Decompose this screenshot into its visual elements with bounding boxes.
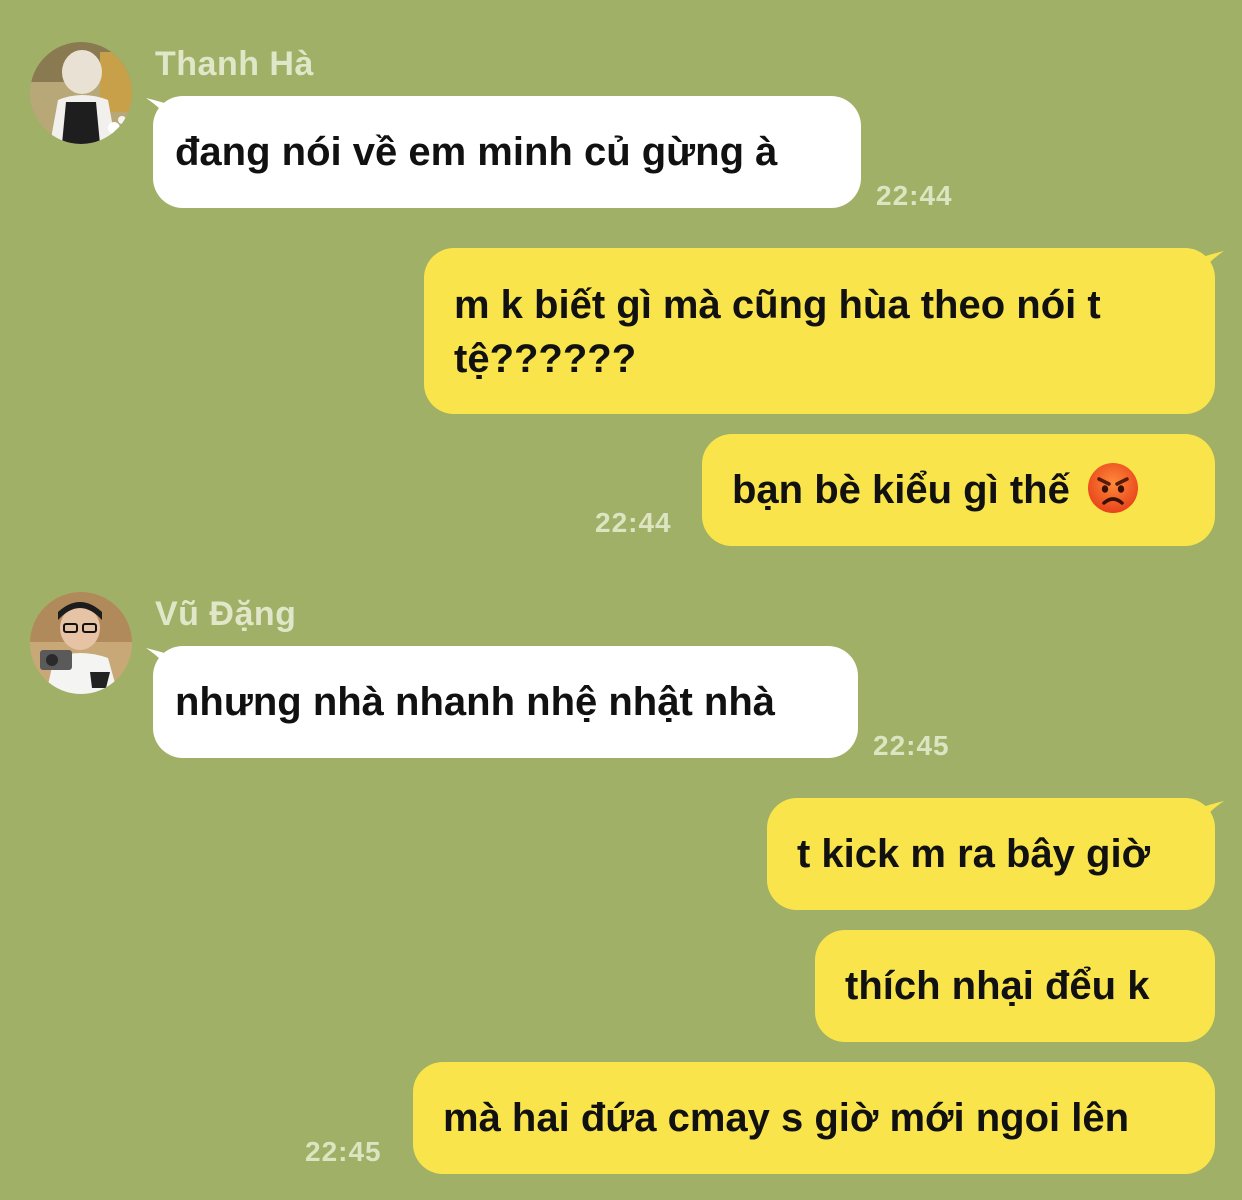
message-bubble-outgoing[interactable]: thích nhại đểu k [815, 930, 1215, 1042]
message-text: bạn bè kiểu gì thế [732, 468, 1070, 512]
message-bubble-outgoing[interactable]: mà hai đứa cmay s giờ mới ngoi lên [413, 1062, 1215, 1174]
message-bubble-incoming[interactable]: đang nói về em minh củ gừng à [153, 96, 861, 208]
message-bubble-outgoing[interactable]: t kick m ra bây giờ [767, 798, 1215, 910]
avatar[interactable] [30, 592, 132, 694]
message-bubble-incoming[interactable]: nhưng nhà nhanh nhệ nhật nhà [153, 646, 858, 758]
user-photo-icon [30, 592, 132, 694]
message-timestamp: 22:44 [876, 180, 953, 211]
message-text: đang nói về em minh củ gừng à [175, 130, 778, 174]
message-timestamp: 22:45 [873, 730, 950, 761]
message-timestamp: 22:44 [595, 507, 672, 538]
message-text: nhưng nhà nhanh nhệ nhật nhà [175, 680, 776, 724]
message-bubble-outgoing[interactable]: bạn bè kiểu gì thế [702, 434, 1215, 546]
chat-message-list[interactable]: Thanh Hà đang nói về em minh củ gừng à 2… [0, 0, 1242, 1200]
message-bubble-outgoing[interactable]: m k biết gì mà cũng hùa theo nói t tệ???… [424, 248, 1215, 414]
sender-name: Thanh Hà [155, 45, 314, 83]
message-timestamp: 22:45 [305, 1136, 382, 1167]
angry-face-icon [1087, 463, 1138, 514]
avatar[interactable] [30, 42, 132, 144]
user-photo-icon [30, 42, 132, 144]
sender-name: Vũ Đặng [155, 595, 297, 633]
message-text: t kick m ra bây giờ [797, 832, 1151, 876]
message-text: thích nhại đểu k [845, 964, 1150, 1008]
message-text: m k biết gì mà cũng hùa theo nói t tệ???… [454, 283, 1101, 381]
message-text: mà hai đứa cmay s giờ mới ngoi lên [443, 1096, 1130, 1140]
